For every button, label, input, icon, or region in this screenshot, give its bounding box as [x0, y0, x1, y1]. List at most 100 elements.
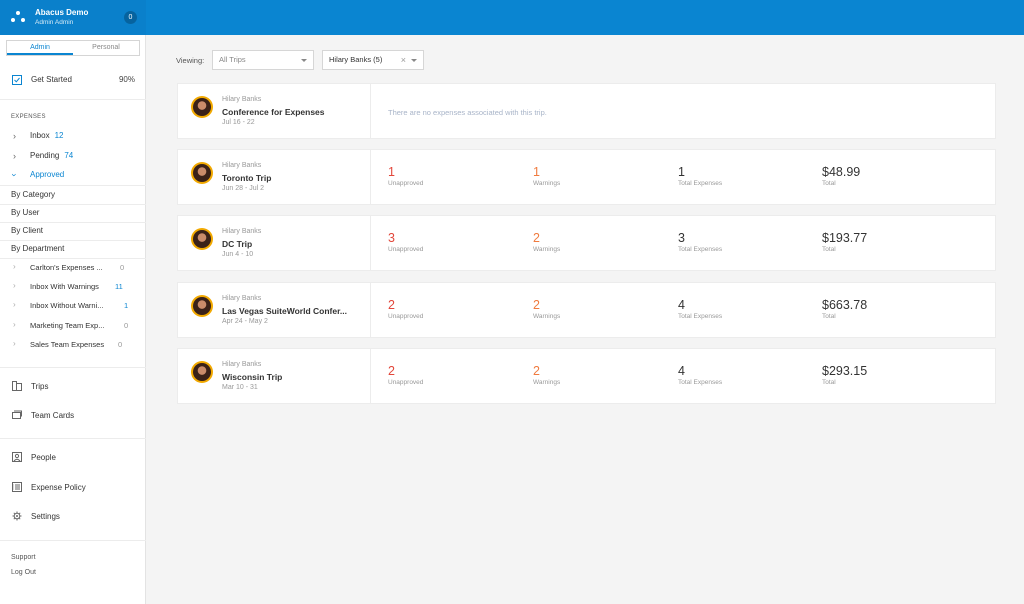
trip-name: Las Vegas SuiteWorld Confer...: [222, 306, 348, 316]
total-amount-stat: $293.15 Total: [822, 364, 868, 386]
total-expenses-stat: 1 Total Expenses: [678, 165, 723, 187]
top-bar: [0, 0, 1024, 35]
sidebar-item-settings[interactable]: Settings: [0, 508, 146, 526]
trip-name: DC Trip: [222, 239, 253, 249]
trip-owner: Hilary Banks: [222, 228, 262, 235]
gear-icon: [12, 511, 22, 521]
trip-filter-value: All Trips: [219, 55, 246, 64]
sidebar-item-trips[interactable]: Trips: [0, 378, 146, 396]
saved-report-marketing[interactable]: › Marketing Team Exp... 0: [0, 317, 146, 335]
chevron-down-icon: ›: [9, 173, 20, 177]
chevron-right-icon: ›: [13, 281, 16, 290]
sidebar-item-approved[interactable]: › Approved: [0, 166, 146, 184]
filter-by-department[interactable]: By Department: [0, 240, 146, 258]
saved-report-carltons[interactable]: › Carlton's Expenses ... 0: [0, 259, 146, 277]
chevron-right-icon: ›: [13, 320, 16, 329]
expenses-section-label: EXPENSES: [11, 114, 46, 120]
total-expenses-stat: 4 Total Expenses: [678, 364, 723, 386]
saved-report-inbox-without-warnings[interactable]: › Inbox Without Warni... 1: [0, 297, 146, 315]
unapproved-stat: 2 Unapproved: [388, 364, 424, 386]
total-expenses-stat: 4 Total Expenses: [678, 298, 723, 320]
chevron-right-icon: ›: [13, 339, 16, 348]
saved-report-sales[interactable]: › Sales Team Expenses 0: [0, 336, 146, 354]
total-amount-stat: $663.78 Total: [822, 298, 868, 320]
chevron-right-icon: ›: [13, 262, 16, 271]
trip-owner: Hilary Banks: [222, 361, 262, 368]
trip-owner: Hilary Banks: [222, 96, 262, 103]
admin-tab[interactable]: Admin: [7, 41, 73, 55]
mode-toggle: Admin Personal: [6, 40, 140, 56]
get-started-percent: 90%: [118, 75, 135, 84]
warnings-stat: 1 Warnings: [533, 165, 561, 187]
trip-dates: Jun 4 - 10: [222, 251, 254, 258]
warnings-stat: 2 Warnings: [533, 231, 561, 253]
trip-name: Conference for Expenses: [222, 107, 325, 117]
sidebar-item-people[interactable]: People: [0, 449, 146, 467]
chevron-right-icon: ›: [13, 300, 16, 309]
trip-card[interactable]: Hilary Banks Las Vegas SuiteWorld Confer…: [177, 282, 996, 338]
user-filter-value: Hilary Banks (5): [329, 55, 383, 64]
caret-down-icon: [411, 59, 417, 62]
trips-icon: [12, 381, 22, 391]
sidebar-item-team-cards[interactable]: Team Cards: [0, 407, 146, 425]
warnings-stat: 2 Warnings: [533, 364, 561, 386]
notification-badge[interactable]: 0: [124, 11, 137, 24]
inbox-label: Inbox: [30, 131, 50, 140]
sidebar-item-pending[interactable]: › Pending 74: [0, 147, 146, 165]
trip-card[interactable]: Hilary Banks Conference for Expenses Jul…: [177, 83, 996, 139]
chevron-right-icon: ›: [13, 131, 16, 141]
trip-dates: Jun 28 - Jul 2: [222, 185, 265, 192]
avatar: [191, 295, 213, 317]
approved-label: Approved: [30, 170, 65, 179]
trip-dates: Mar 10 - 31: [222, 384, 258, 391]
trip-card[interactable]: Hilary Banks Wisconsin Trip Mar 10 - 31 …: [177, 348, 996, 404]
org-switcher[interactable]: Abacus Demo Admin Admin 0: [0, 0, 146, 35]
get-started-label: Get Started: [31, 75, 72, 84]
trip-name: Wisconsin Trip: [222, 372, 283, 382]
trip-owner: Hilary Banks: [222, 295, 262, 302]
trip-card[interactable]: Hilary Banks DC Trip Jun 4 - 10 3 Unappro…: [177, 215, 996, 271]
sidebar-item-expense-policy[interactable]: Expense Policy: [0, 479, 146, 497]
empty-trip-message: There are no expenses associated with th…: [388, 108, 547, 117]
personal-tab[interactable]: Personal: [73, 41, 139, 55]
unapproved-stat: 3 Unapproved: [388, 231, 424, 253]
avatar: [191, 228, 213, 250]
avatar: [191, 96, 213, 118]
org-name: Abacus Demo: [35, 8, 89, 17]
inbox-count: 12: [54, 131, 64, 140]
clear-filter-icon[interactable]: ×: [401, 51, 406, 69]
filter-by-client[interactable]: By Client: [0, 222, 146, 240]
policy-list-icon: [12, 482, 22, 492]
total-amount-stat: $48.99 Total: [822, 165, 861, 187]
divider: [0, 99, 146, 100]
filter-by-category[interactable]: By Category: [0, 186, 146, 204]
user-role: Admin Admin: [35, 19, 74, 26]
avatar: [191, 162, 213, 184]
total-amount-stat: $193.77 Total: [822, 231, 868, 253]
person-icon: [12, 452, 22, 462]
org-logo-icon: [11, 11, 25, 23]
cards-icon: [12, 410, 22, 419]
logout-link[interactable]: Log Out: [11, 569, 36, 576]
avatar: [191, 361, 213, 383]
trip-filter-select[interactable]: All Trips: [212, 50, 314, 70]
user-filter-select[interactable]: Hilary Banks (5) ×: [322, 50, 424, 70]
saved-report-inbox-with-warnings[interactable]: › Inbox With Warnings 11: [0, 278, 146, 296]
trip-owner: Hilary Banks: [222, 162, 262, 169]
checkbox-icon: [12, 75, 22, 85]
pending-count: 74: [64, 151, 74, 160]
trip-name: Toronto Trip: [222, 173, 272, 183]
caret-down-icon: [301, 59, 307, 62]
unapproved-stat: 1 Unapproved: [388, 165, 424, 187]
chevron-right-icon: ›: [13, 151, 16, 161]
unapproved-stat: 2 Unapproved: [388, 298, 424, 320]
sidebar-item-inbox[interactable]: › Inbox 12: [0, 127, 146, 145]
viewing-label: Viewing:: [176, 56, 205, 65]
trip-dates: Apr 24 - May 2: [222, 318, 268, 325]
filter-by-user[interactable]: By User: [0, 204, 146, 222]
total-expenses-stat: 3 Total Expenses: [678, 231, 723, 253]
get-started-item[interactable]: Get Started 90%: [0, 71, 146, 89]
trip-card[interactable]: Hilary Banks Toronto Trip Jun 28 - Jul 2…: [177, 149, 996, 205]
support-link[interactable]: Support: [11, 554, 36, 561]
pending-label: Pending: [30, 151, 60, 160]
